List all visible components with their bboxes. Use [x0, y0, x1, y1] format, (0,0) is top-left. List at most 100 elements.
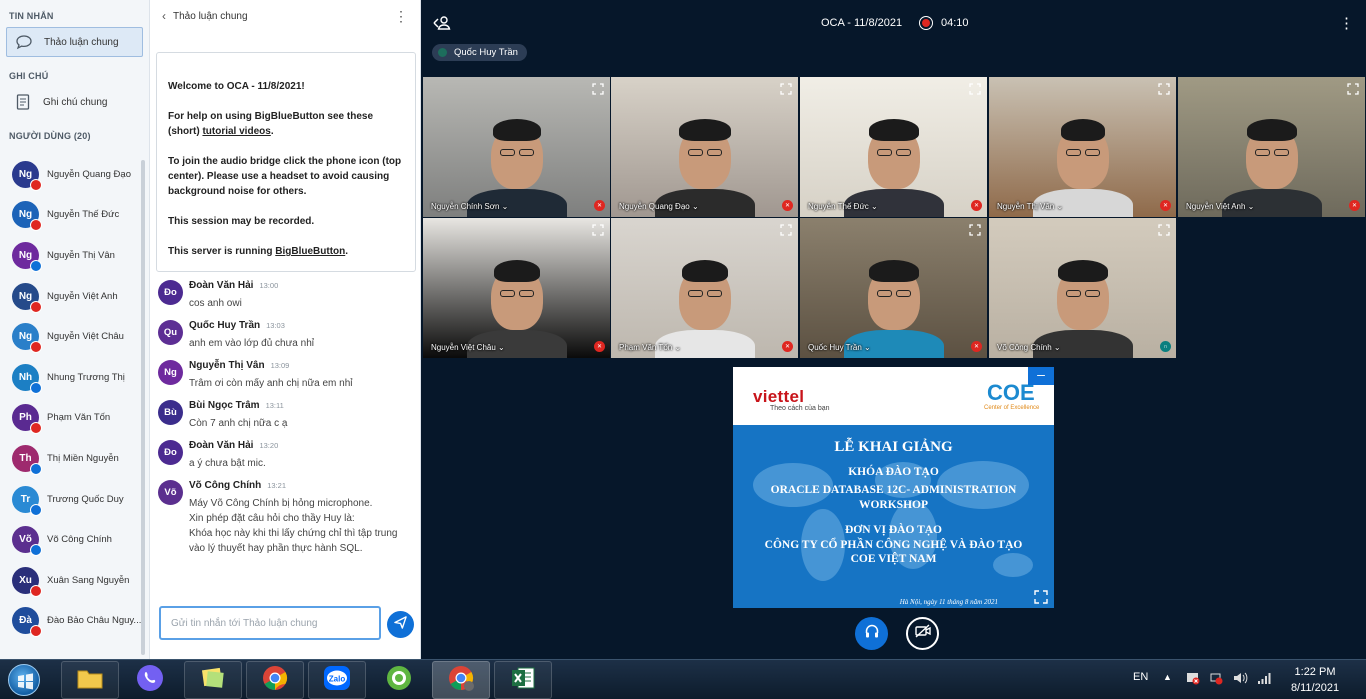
- muted-mic-icon: ✕: [1160, 200, 1171, 211]
- public-chat-item[interactable]: Thảo luận chung: [6, 27, 143, 57]
- minimize-presentation-button[interactable]: –: [1028, 367, 1054, 385]
- user-list-item[interactable]: Tr Trương Quốc Duy: [0, 479, 146, 520]
- video-tile[interactable]: Nguyễn Việt Anh ⌄ ✕: [1178, 77, 1365, 217]
- message-text: Máy Võ Công Chính bị hỏng microphone. Xi…: [189, 498, 398, 554]
- taskbar-excel[interactable]: [494, 661, 552, 699]
- taskbar-viber[interactable]: [121, 661, 179, 699]
- tutorial-videos-link[interactable]: tutorial videos: [202, 126, 270, 137]
- video-participant-name[interactable]: Nguyễn Chính Sơn ⌄: [431, 202, 508, 211]
- avatar: Đo: [158, 280, 183, 305]
- message-time: 13:20: [259, 441, 279, 450]
- notes-icon: [12, 92, 34, 112]
- users-list[interactable]: Ng Nguyễn Quang Đạo Ng Nguyễn Thế Đức Ng Nguy…: [0, 154, 146, 659]
- action-center-icon[interactable]: [1186, 671, 1200, 688]
- volume-icon[interactable]: [1233, 671, 1249, 688]
- muted-mic-icon: [30, 584, 42, 597]
- taskbar-explorer[interactable]: [61, 661, 119, 699]
- video-participant-name[interactable]: Nguyễn Thế Đức ⌄: [808, 202, 878, 211]
- chat-message: Bù Bùi Ngọc Trâm 13:11 Còn 7 anh chị nữa c …: [158, 400, 416, 431]
- video-participant-name[interactable]: Nguyễn Quang Đạo ⌄: [619, 202, 699, 211]
- avatar: Ng: [12, 323, 42, 354]
- video-tile[interactable]: Nguyễn Chính Sơn ⌄ ✕: [423, 77, 610, 217]
- user-name: Nguyễn Việt Anh: [47, 290, 118, 302]
- video-tile[interactable]: Nguyễn Thế Đức ⌄ ✕: [800, 77, 987, 217]
- video-tile[interactable]: Quốc Huy Trần ⌄ ✕: [800, 218, 987, 358]
- fullscreen-icon[interactable]: [780, 82, 792, 95]
- chat-title[interactable]: Thảo luận chung: [173, 11, 248, 22]
- slide-header: viettel Theo cách của bạn COE Center of …: [733, 367, 1054, 425]
- video-participant-name[interactable]: Nguyễn Thị Vân ⌄: [997, 202, 1063, 211]
- message-text: anh em vào lớp đủ chưa nhỉ: [189, 338, 314, 349]
- user-list-item[interactable]: Xu Xuân Sang Nguyễn: [0, 560, 146, 601]
- viettel-tagline: Theo cách của bạn: [770, 405, 830, 412]
- taskbar-notes[interactable]: [184, 661, 242, 699]
- taskbar-coccoc[interactable]: [370, 661, 428, 699]
- audio-button[interactable]: [855, 617, 888, 650]
- meeting-title: OCA - 11/8/2021: [821, 17, 903, 29]
- network-icon[interactable]: [1209, 671, 1223, 688]
- users-scrollbar[interactable]: [141, 160, 145, 655]
- signal-icon[interactable]: [1257, 671, 1273, 688]
- video-tile[interactable]: Nguyễn Thị Vân ⌄ ✕: [989, 77, 1176, 217]
- welcome-message: Welcome to OCA - 11/8/2021! For help on …: [156, 52, 416, 272]
- user-list-item[interactable]: Ng Nguyễn Việt Châu: [0, 316, 146, 357]
- language-indicator[interactable]: EN: [1133, 671, 1148, 683]
- presentation-slide[interactable]: viettel Theo cách của bạn COE Center of …: [733, 367, 1054, 608]
- chat-options-icon[interactable]: ⋮: [394, 8, 408, 25]
- user-list-item[interactable]: Th Thị Miền Nguyễn: [0, 438, 146, 479]
- options-menu-icon[interactable]: ⋮: [1339, 14, 1354, 32]
- toggle-userlist-icon[interactable]: [433, 15, 451, 36]
- user-name: Xuân Sang Nguyễn: [47, 574, 130, 586]
- user-list-item[interactable]: Đà Đào Bảo Châu Nguy...: [0, 601, 146, 642]
- video-tile[interactable]: Phạm Văn Tốn ⌄ ✕: [611, 218, 798, 358]
- camera-off-icon: [914, 624, 931, 643]
- video-participant-name[interactable]: Quốc Huy Trần ⌄: [808, 343, 871, 352]
- fullscreen-icon[interactable]: [969, 223, 981, 236]
- fullscreen-icon[interactable]: [592, 82, 604, 95]
- chevron-left-icon[interactable]: ‹: [162, 9, 166, 23]
- bigbluebutton-link[interactable]: BigBlueButton: [275, 246, 345, 257]
- fullscreen-icon[interactable]: [969, 82, 981, 95]
- message-sender: Quốc Huy Trần: [189, 320, 261, 331]
- video-participant-name[interactable]: Nguyễn Việt Châu ⌄: [431, 343, 505, 352]
- participant-video: [800, 77, 987, 217]
- chat-input[interactable]: Gửi tin nhắn tới Thảo luận chung: [159, 606, 381, 640]
- fullscreen-icon[interactable]: [1347, 82, 1359, 95]
- send-button[interactable]: [387, 611, 414, 638]
- avatar: Tr: [12, 485, 42, 516]
- show-hidden-icons-icon[interactable]: ▲: [1163, 672, 1172, 682]
- fullscreen-icon[interactable]: [1158, 223, 1170, 236]
- user-list-item[interactable]: Ng Nguyễn Thế Đức: [0, 195, 146, 236]
- user-list-item[interactable]: Võ Võ Công Chính: [0, 519, 146, 560]
- user-list-item[interactable]: Ng Nguyễn Thị Vân: [0, 235, 146, 276]
- nav-bar: OCA - 11/8/2021 04:10 ⋮: [421, 0, 1366, 46]
- recording-indicator-icon[interactable]: [919, 16, 933, 30]
- taskbar-chrome[interactable]: [246, 661, 304, 699]
- video-participant-name[interactable]: Nguyễn Việt Anh ⌄: [1186, 202, 1254, 211]
- start-button[interactable]: [2, 661, 46, 699]
- welcome-line-3: To join the audio bridge click the phone…: [168, 156, 402, 197]
- video-participant-name[interactable]: Phạm Văn Tốn ⌄: [619, 343, 681, 352]
- taskbar-chrome-active[interactable]: [432, 661, 490, 699]
- muted-mic-icon: [30, 219, 42, 232]
- video-tile[interactable]: Nguyễn Việt Châu ⌄ ✕: [423, 218, 610, 358]
- video-button[interactable]: [906, 617, 939, 650]
- fullscreen-icon[interactable]: [780, 223, 792, 236]
- fullscreen-icon[interactable]: [1034, 590, 1048, 604]
- fullscreen-icon[interactable]: [1158, 82, 1170, 95]
- fullscreen-icon[interactable]: [592, 223, 604, 236]
- system-clock[interactable]: 1:22 PM 8/11/2021: [1275, 664, 1355, 696]
- app-window: TIN NHẮN Thảo luận chung GHI CHÚ Ghi chú…: [0, 0, 1366, 659]
- clock-time: 1:22 PM: [1294, 666, 1336, 678]
- taskbar-zalo[interactable]: Zalo: [308, 661, 366, 699]
- video-participant-name[interactable]: Võ Công Chính ⌄: [997, 343, 1061, 352]
- shared-notes-item[interactable]: Ghi chú chung: [6, 87, 143, 117]
- video-tile[interactable]: Võ Công Chính ⌄ ∩: [989, 218, 1176, 358]
- user-list-item[interactable]: Nh Nhung Trương Thị: [0, 357, 146, 398]
- video-tile[interactable]: Nguyễn Quang Đạo ⌄ ✕: [611, 77, 798, 217]
- user-list-item[interactable]: Ng Nguyễn Việt Anh: [0, 276, 146, 317]
- user-list-item[interactable]: Ph Phạm Văn Tốn: [0, 398, 146, 439]
- user-list-item[interactable]: Ng Nguyễn Quang Đạo: [0, 154, 146, 195]
- muted-mic-icon: [30, 341, 42, 354]
- listen-only-icon: [30, 503, 42, 516]
